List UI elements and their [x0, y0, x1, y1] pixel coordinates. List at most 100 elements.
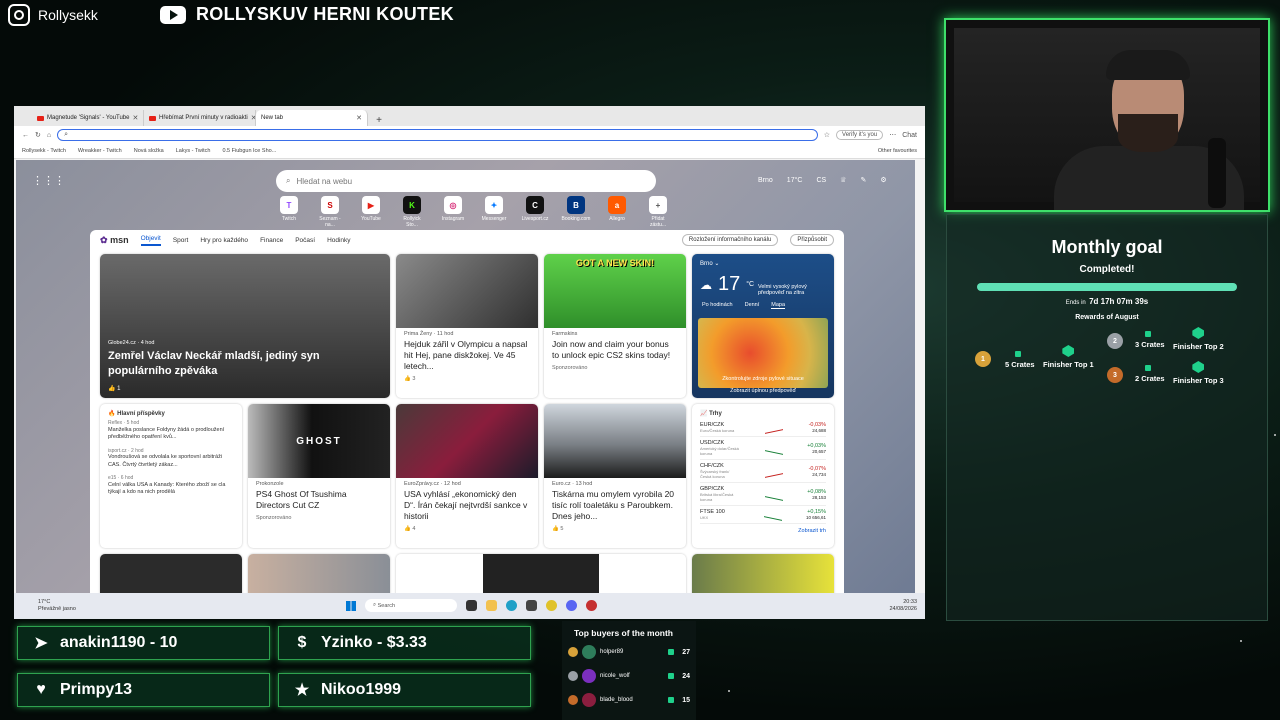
market-sub: Americký dolar/Česká koruna	[700, 446, 739, 456]
market-value: 28,153	[812, 494, 826, 500]
bookmark[interactable]: Lakys - Twitch	[176, 148, 211, 154]
list-item[interactable]: isport.cz · 2 hod Vondroušová se odvolala…	[100, 445, 242, 473]
add-shortcut[interactable]: + Přidat zástu...	[643, 196, 673, 228]
menu-icon[interactable]: ⋯	[889, 131, 896, 139]
sparkline	[764, 487, 783, 501]
back-icon[interactable]: ←	[22, 132, 29, 139]
ad-card[interactable]: GOT A NEW SKIN! Farmskins Join now and c…	[544, 254, 686, 398]
weather-tab[interactable]: Denní	[745, 302, 760, 309]
tab-label: New tab	[261, 115, 284, 121]
msn-logo[interactable]: ✿ msn	[100, 235, 129, 246]
tab-label: Hřebímat První minuty v radioakti	[159, 115, 248, 121]
chat-button[interactable]: Chat	[902, 132, 917, 139]
chrome-icon[interactable]	[546, 600, 557, 611]
weather-tab[interactable]: Mapa	[771, 302, 786, 309]
taskbar-search[interactable]: ⌕ Search	[365, 599, 457, 612]
quick-link-allegro[interactable]: a Allegro	[602, 196, 632, 228]
other-favourites[interactable]: Other favourites	[878, 148, 917, 154]
youtube-channel-name: ROLLYSKUV HERNI KOUTEK	[196, 4, 454, 24]
weather-link[interactable]: Zobrazit úplnou předpověď	[692, 388, 834, 394]
markets-link[interactable]: Zobrazit trh	[692, 526, 834, 536]
weather-tab[interactable]: Po hodinách	[702, 302, 733, 309]
bookmark[interactable]: Wreakker - Twitch	[78, 148, 122, 154]
verify-button[interactable]: Verify it's you	[836, 130, 884, 140]
apps-grid-icon[interactable]: ⋮⋮⋮	[32, 174, 65, 187]
home-icon[interactable]: ⌂	[47, 132, 51, 139]
top-stories-card: 🔥 Hlavní příspěvky Reflex · 5 hod Manželk…	[100, 404, 242, 548]
weather-tabs: Po hodinách Denní Mapa	[692, 296, 834, 315]
list-item[interactable]: Reflex · 5 hod Manželka poslance Foldyny …	[100, 417, 242, 445]
trophy-icon[interactable]: ♕	[840, 176, 846, 184]
market-row[interactable]: EUR/CZK Euro/Česká koruna -0,03% 24,688	[700, 419, 826, 437]
weather-note[interactable]: Zkontrolujte zdroje pylové situace	[692, 376, 834, 382]
list-item[interactable]: e15 · 6 hod Celní válka USA a Kanady: Kte…	[100, 472, 242, 500]
quick-link-youtube[interactable]: ▶ YouTube	[356, 196, 386, 228]
taskbar-clock[interactable]: 20:33 24/08/2026	[889, 599, 917, 613]
taskbar-temp: 17°C	[38, 599, 51, 605]
quick-link-kick[interactable]: K Rollyick Sto...	[397, 196, 427, 228]
refresh-icon[interactable]: ↻	[35, 131, 41, 139]
tab-youtube-1[interactable]: Magnetude 'Signals' - YouTube ✕	[32, 110, 144, 126]
tab-new[interactable]: New tab ✕	[256, 110, 368, 126]
tab-objevit[interactable]: Objevit	[140, 235, 161, 246]
market-row[interactable]: CHF/CZK Švýcarský frank/Česká koruna -0,07…	[700, 460, 826, 483]
windows-start-icon[interactable]	[346, 600, 356, 611]
market-row[interactable]: GBP/CZK Britská libra/Česká koruna +0,08% 2…	[700, 483, 826, 506]
layout-button[interactable]: Rozložení informačního kanálu	[681, 234, 779, 246]
address-input[interactable]: ⌕	[57, 129, 818, 141]
close-icon[interactable]: ✕	[356, 114, 362, 122]
discord-icon[interactable]	[566, 600, 577, 611]
gear-icon[interactable]: ⚙	[880, 176, 886, 184]
reward-item: Finisher Top 1	[1043, 345, 1094, 369]
quick-link-seznam[interactable]: S Seznam - na...	[315, 196, 345, 228]
tab-pocasi[interactable]: Počasí	[295, 237, 315, 244]
region-label[interactable]: CS	[816, 177, 826, 184]
article-card[interactable]: Euro.cz · 13 hod Tiskárna mu omylem vyro…	[544, 404, 686, 548]
quick-link-instagram[interactable]: ◎ Instagram	[438, 196, 468, 228]
ad-banner: GOT A NEW SKIN!	[575, 258, 655, 268]
star-icon[interactable]: ☆	[824, 131, 830, 139]
article-card[interactable]: EuroZprávy.cz · 12 hod USA vyhlásí „ekon…	[396, 404, 538, 548]
quick-link-messenger[interactable]: ✦ Messenger	[479, 196, 509, 228]
like-count[interactable]: 👍 5	[544, 524, 686, 534]
weather-card-city[interactable]: Brno ⌄	[692, 254, 834, 273]
quick-link-booking[interactable]: B Booking.com	[561, 196, 591, 228]
buyer-value: 27	[682, 648, 690, 656]
edge-icon[interactable]	[506, 600, 517, 611]
weather-widget[interactable]: Brno 17°C CS ♕ ✎ ⚙	[758, 176, 887, 185]
quick-link-twitch[interactable]: T Twitch	[274, 196, 304, 228]
bookmark[interactable]: 0.5 Fiubgun Ice Sho...	[222, 148, 276, 154]
file-explorer-icon[interactable]	[486, 600, 497, 611]
bookmark[interactable]: Nová složka	[134, 148, 164, 154]
edit-icon[interactable]: ✎	[860, 176, 866, 184]
customize-button[interactable]: Přizpůsobit	[790, 234, 834, 246]
ad-card[interactable]: GHOST Prokonzole PS4 Ghost Of Tsushima D…	[248, 404, 390, 548]
weather-card[interactable]: Brno ⌄ ☁ 17 °C Velmi vysoký pylový předpov…	[692, 254, 834, 398]
tab-hry[interactable]: Hry pro každého	[200, 237, 248, 244]
new-tab-button[interactable]: +	[372, 115, 386, 126]
sponsored-label: Sponzorováno	[552, 365, 588, 372]
market-row[interactable]: USD/CZK Americký dolar/Česká koruna +0,03%…	[700, 437, 826, 460]
sparkline	[765, 421, 784, 434]
article-title: Hejduk zářil v Olympicu a napsal hit Hej…	[404, 339, 528, 372]
buyer-name: blade_blood	[600, 697, 633, 703]
task-view-icon[interactable]	[466, 600, 477, 611]
market-row[interactable]: FTSE 100 UKX +0,15% 10 656,61	[700, 506, 826, 524]
taskbar-weather[interactable]: 17°C Převážně jasno	[38, 599, 76, 613]
like-count[interactable]: 👍 4	[396, 524, 538, 534]
app-icon[interactable]	[526, 600, 537, 611]
alert-text: Yzinko - $3.33	[321, 634, 427, 651]
quick-link-livesport[interactable]: C Livesport.cz	[520, 196, 550, 228]
bookmark[interactable]: Rollysekk - Twitch	[22, 148, 66, 154]
tab-finance[interactable]: Finance	[260, 237, 283, 244]
tab-youtube-2[interactable]: Hřebímat První minuty v radioakti ✕	[144, 110, 256, 126]
like-count[interactable]: 👍 1	[108, 385, 120, 392]
web-search-input[interactable]: ⌕ Hledat na webu	[276, 170, 656, 192]
tab-hodinky[interactable]: Hodinky	[327, 237, 350, 244]
tab-sport[interactable]: Sport	[173, 237, 189, 244]
obs-icon[interactable]	[586, 600, 597, 611]
article-card[interactable]: Prima Ženy · 11 hod Hejduk zářil v Olymp…	[396, 254, 538, 398]
like-count[interactable]: 👍 3	[396, 374, 538, 384]
close-icon[interactable]: ✕	[132, 114, 138, 122]
hero-article[interactable]: Globe24.cz · 4 hod Zemřel Václav Neckář …	[100, 254, 390, 398]
